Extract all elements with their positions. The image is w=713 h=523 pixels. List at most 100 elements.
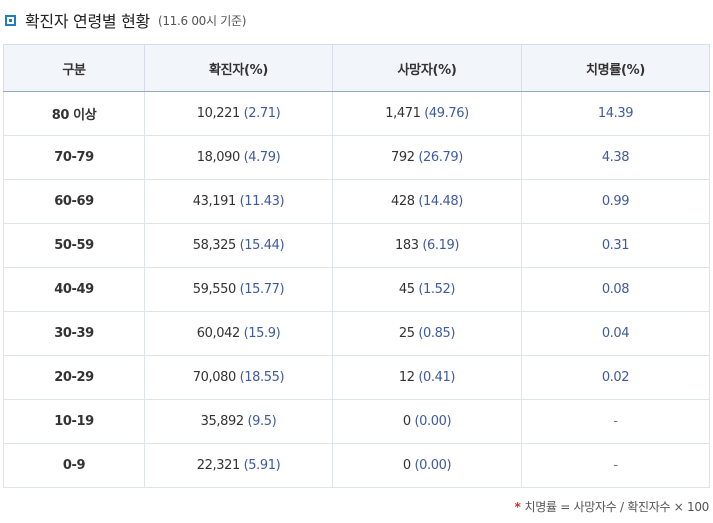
age-group-cell: 40-49 <box>3 267 145 312</box>
footnote: * 치명률 = 사망자수 / 확진자수 × 100 <box>514 498 710 515</box>
fatality-rate-cell: 0.08 <box>521 267 710 312</box>
table-row: 40-49 59,550 (15.77) 45 (1.52) 0.08 <box>3 267 710 312</box>
column-header-cases: 확진자(%) <box>144 44 333 92</box>
cases-percent: (15.77) <box>239 282 285 297</box>
fatality-rate-value: - <box>613 458 618 473</box>
deaths-cell: 1,471 (49.76) <box>332 91 522 136</box>
cases-percent: (15.44) <box>239 238 285 253</box>
cases-count: 22,321 <box>196 458 240 473</box>
deaths-count: 0 <box>402 458 411 473</box>
column-header-fatality: 치명률(%) <box>521 44 710 92</box>
cases-percent: (4.79) <box>243 150 281 165</box>
deaths-percent: (49.76) <box>424 106 469 121</box>
square-bullet-icon <box>5 14 16 26</box>
fatality-rate-cell: 0.04 <box>521 311 710 356</box>
deaths-cell: 428 (14.48) <box>332 179 522 224</box>
cases-percent: (9.5) <box>247 414 277 429</box>
fatality-rate-value: 0.99 <box>601 194 630 209</box>
deaths-count: 0 <box>402 414 411 429</box>
column-header-deaths: 사망자(%) <box>332 44 522 92</box>
fatality-rate-cell: 14.39 <box>521 91 710 136</box>
age-group-cell: 60-69 <box>3 179 145 224</box>
deaths-cell: 12 (0.41) <box>332 355 522 400</box>
cases-cell: 70,080 (18.55) <box>144 355 333 400</box>
deaths-count: 1,471 <box>385 106 421 121</box>
fatality-rate-cell: 4.38 <box>521 135 710 180</box>
deaths-percent: (1.52) <box>418 282 456 297</box>
deaths-cell: 183 (6.19) <box>332 223 522 268</box>
cases-count: 10,221 <box>196 106 240 121</box>
deaths-count: 428 <box>391 194 415 209</box>
deaths-count: 183 <box>394 238 419 253</box>
fatality-rate-cell: - <box>521 443 710 488</box>
cases-cell: 60,042 (15.9) <box>144 311 333 356</box>
table-row: 30-39 60,042 (15.9) 25 (0.85) 0.04 <box>3 311 710 356</box>
cases-count: 35,892 <box>200 414 244 429</box>
cases-percent: (11.43) <box>239 194 285 209</box>
age-group-cell: 10-19 <box>3 399 145 444</box>
deaths-percent: (26.79) <box>418 150 463 165</box>
section-header: 확진자 연령별 현황 (11.6 00시 기준) <box>5 8 246 32</box>
table-row: 50-59 58,325 (15.44) 183 (6.19) 0.31 <box>3 223 710 268</box>
table-row: 0-9 22,321 (5.91) 0 (0.00) - <box>3 443 710 488</box>
deaths-cell: 45 (1.52) <box>332 267 522 312</box>
deaths-percent: (0.41) <box>418 370 456 385</box>
column-header-category: 구분 <box>3 44 145 92</box>
age-group-cell: 50-59 <box>3 223 145 268</box>
age-group-cell: 70-79 <box>3 135 145 180</box>
fatality-rate-cell: 0.31 <box>521 223 710 268</box>
table-row: 80 이상 10,221 (2.71) 1,471 (49.76) 14.39 <box>3 91 710 136</box>
cases-count: 58,325 <box>192 238 236 253</box>
deaths-percent: (0.00) <box>414 414 452 429</box>
deaths-percent: (0.85) <box>418 326 456 341</box>
age-group-cell: 0-9 <box>3 443 145 488</box>
deaths-cell: 792 (26.79) <box>332 135 522 180</box>
deaths-count: 45 <box>398 282 415 297</box>
footnote-marker: * <box>514 500 521 514</box>
fatality-rate-value: 0.02 <box>601 370 630 385</box>
age-stats-table: 구분 확진자(%) 사망자(%) 치명률(%) 80 이상 10,221 (2.7… <box>3 44 710 488</box>
cases-cell: 59,550 (15.77) <box>144 267 333 312</box>
deaths-count: 12 <box>398 370 415 385</box>
age-group-cell: 20-29 <box>3 355 145 400</box>
table-row: 70-79 18,090 (4.79) 792 (26.79) 4.38 <box>3 135 710 180</box>
table-row: 10-19 35,892 (9.5) 0 (0.00) - <box>3 399 710 444</box>
cases-cell: 58,325 (15.44) <box>144 223 333 268</box>
deaths-count: 25 <box>398 326 415 341</box>
cases-cell: 18,090 (4.79) <box>144 135 333 180</box>
section-title: 확진자 연령별 현황 <box>25 12 150 31</box>
cases-count: 70,080 <box>192 370 236 385</box>
cases-percent: (18.55) <box>239 370 285 385</box>
cases-cell: 43,191 (11.43) <box>144 179 333 224</box>
fatality-rate-value: 14.39 <box>597 106 634 121</box>
cases-count: 43,191 <box>192 194 236 209</box>
cases-cell: 35,892 (9.5) <box>144 399 333 444</box>
fatality-rate-value: 0.08 <box>601 282 630 297</box>
cases-percent: (15.9) <box>243 326 281 341</box>
table-body: 80 이상 10,221 (2.71) 1,471 (49.76) 14.39 70-7… <box>3 91 710 488</box>
table-header-row: 구분 확진자(%) 사망자(%) 치명률(%) <box>3 44 710 92</box>
cases-count: 60,042 <box>196 326 240 341</box>
deaths-cell: 25 (0.85) <box>332 311 522 356</box>
cases-count: 18,090 <box>196 150 240 165</box>
deaths-percent: (0.00) <box>414 458 452 473</box>
fatality-rate-value: 4.38 <box>601 150 630 165</box>
deaths-percent: (6.19) <box>422 238 460 253</box>
deaths-cell: 0 (0.00) <box>332 443 522 488</box>
age-group-cell: 80 이상 <box>3 91 145 136</box>
age-group-cell: 30-39 <box>3 311 145 356</box>
table-row: 60-69 43,191 (11.43) 428 (14.48) 0.99 <box>3 179 710 224</box>
deaths-count: 792 <box>391 150 415 165</box>
fatality-rate-value: 0.31 <box>601 238 630 253</box>
cases-count: 59,550 <box>192 282 236 297</box>
fatality-rate-cell: - <box>521 399 710 444</box>
cases-cell: 10,221 (2.71) <box>144 91 333 136</box>
fatality-rate-cell: 0.99 <box>521 179 710 224</box>
cases-percent: (2.71) <box>243 106 281 121</box>
footnote-text: 치명률 = 사망자수 / 확진자수 × 100 <box>524 500 710 514</box>
fatality-rate-cell: 0.02 <box>521 355 710 400</box>
fatality-rate-value: 0.04 <box>601 326 630 341</box>
deaths-percent: (14.48) <box>418 194 463 209</box>
deaths-cell: 0 (0.00) <box>332 399 522 444</box>
section-subtitle: (11.6 00시 기준) <box>157 13 247 28</box>
